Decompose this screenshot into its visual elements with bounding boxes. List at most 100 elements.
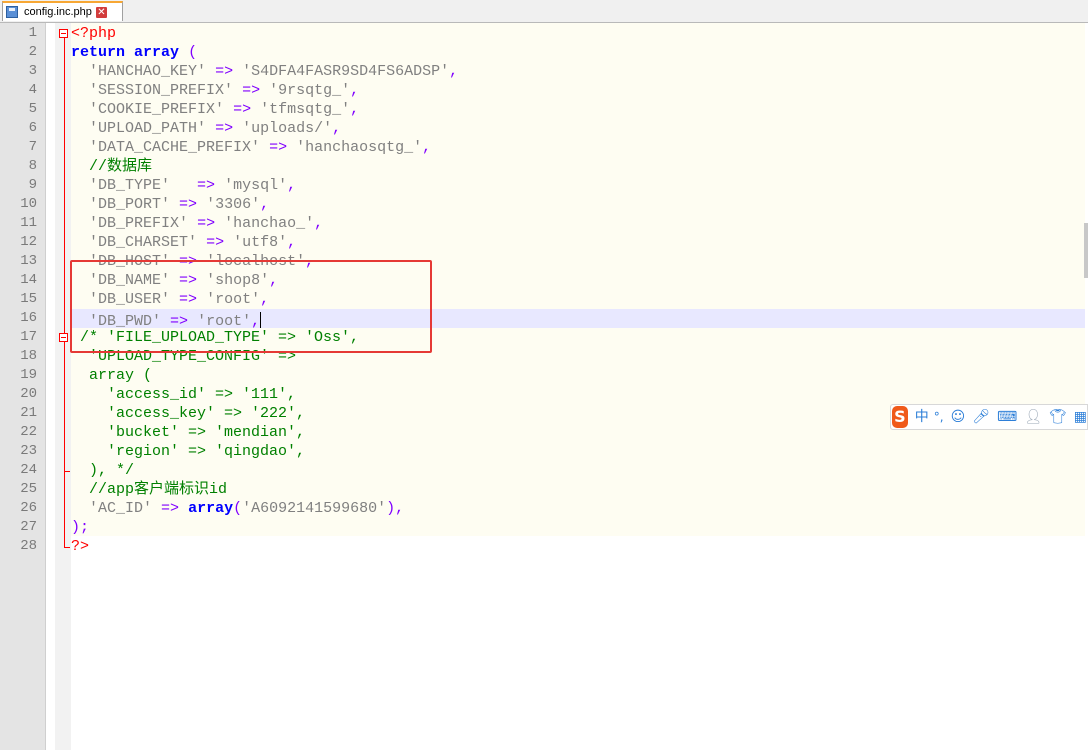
code-token: , — [350, 101, 360, 118]
code-line[interactable]: <?php — [71, 24, 116, 43]
code-token: , — [260, 196, 270, 213]
code-token: '3306' — [206, 196, 261, 213]
code-line[interactable]: ), */ — [71, 461, 134, 480]
code-token: , — [449, 63, 459, 80]
code-line[interactable]: 'SESSION_PREFIX' => '9rsqtg_', — [71, 81, 359, 100]
line-number: 6 — [28, 120, 37, 136]
ime-punctuation-toggle[interactable]: °, — [934, 404, 944, 430]
code-token: 'HANCHAO_KEY' — [89, 63, 207, 80]
line-number: 25 — [20, 481, 37, 497]
code-line[interactable]: 'access_key' => '222', — [71, 404, 305, 423]
line-number: 28 — [20, 538, 37, 554]
code-line[interactable]: 'DB_PORT' => '3306', — [71, 195, 269, 214]
code-token: , — [350, 82, 360, 99]
code-token: <?php — [71, 25, 117, 42]
keyboard-icon[interactable]: ⌨ — [997, 404, 1017, 430]
code-line[interactable]: 'DB_TYPE' => 'mysql', — [71, 176, 296, 195]
scrollbar-thumb[interactable] — [1084, 223, 1088, 278]
line-number: 20 — [20, 386, 37, 402]
user-icon[interactable]: 👤︎ — [1024, 404, 1042, 430]
code-token: , — [332, 120, 342, 137]
code-token: => — [242, 82, 261, 99]
code-token: ( — [188, 44, 198, 61]
code-token: 'S4DFA4FASR9SD4FS6ADSP' — [242, 63, 450, 80]
ime-toolbar[interactable]: S 中 °, ☺ 🎤︎ ⌨ 👤︎ 👕︎ ▦ — [890, 404, 1088, 430]
line-number: 15 — [20, 291, 37, 307]
fold-toggle-php-block[interactable] — [59, 29, 68, 38]
code-token: array — [188, 500, 234, 517]
grid-icon[interactable]: ▦ — [1074, 404, 1087, 430]
code-line[interactable]: 'HANCHAO_KEY' => 'S4DFA4FASR9SD4FS6ADSP'… — [71, 62, 458, 81]
code-line[interactable]: 'DB_PREFIX' => 'hanchao_', — [71, 214, 323, 233]
code-token: 'COOKIE_PREFIX' — [89, 101, 225, 118]
code-token: => — [206, 234, 225, 251]
code-line[interactable]: //app客户端标识id — [71, 480, 227, 499]
code-token: 'DB_PREFIX' — [89, 215, 189, 232]
sogou-logo-icon[interactable]: S — [892, 406, 908, 428]
code-token: 'access_id' => '111', — [107, 386, 297, 403]
code-line[interactable]: ); — [71, 518, 89, 537]
mic-icon[interactable]: 🎤︎ — [972, 404, 990, 430]
code-line[interactable]: 'DATA_CACHE_PREFIX' => 'hanchaosqtg_', — [71, 138, 431, 157]
code-token: => — [179, 196, 198, 213]
line-number: 26 — [20, 500, 37, 516]
code-line[interactable]: 'COOKIE_PREFIX' => 'tfmsqtg_', — [71, 100, 359, 119]
code-line[interactable]: //数据库 — [71, 157, 152, 176]
skin-icon[interactable]: 👕︎ — [1049, 404, 1067, 430]
code-token: 'utf8' — [233, 234, 288, 251]
code-line[interactable]: 'region' => 'qingdao', — [71, 442, 305, 461]
code-token: '9rsqtg_' — [269, 82, 351, 99]
code-line[interactable]: 'UPLOAD_PATH' => 'uploads/', — [71, 119, 341, 138]
code-line[interactable]: array ( — [71, 366, 152, 385]
line-number: 13 — [20, 253, 37, 269]
code-line[interactable]: 'DB_CHARSET' => 'utf8', — [71, 233, 296, 252]
code-token: , — [422, 139, 432, 156]
code-editor[interactable]: 1 2 3 4 5 6 7 8 9 10 11 12 13 14 15 16 17 18 19 20 21 22 23 24 2… — [0, 23, 1088, 750]
highlight-annotation-box — [70, 260, 432, 353]
code-token: 'access_key' => '222', — [107, 405, 306, 422]
line-number: 16 — [20, 310, 37, 326]
tab-config-inc-php[interactable]: config.inc.php ✕ — [2, 1, 123, 21]
code-line[interactable]: ?> — [71, 537, 89, 556]
tab-bar: config.inc.php ✕ — [0, 0, 1088, 23]
save-icon — [6, 6, 18, 18]
line-number: 14 — [20, 272, 37, 288]
code-line[interactable]: 'AC_ID' => array('A6092141599680'), — [71, 499, 404, 518]
line-number: 11 — [20, 215, 37, 231]
close-icon[interactable]: ✕ — [95, 6, 107, 18]
code-line[interactable]: 'bucket' => 'mendian', — [71, 423, 305, 442]
code-token: => — [197, 215, 216, 232]
code-token: 'hanchao_' — [224, 215, 315, 232]
emoji-icon[interactable]: ☺ — [951, 404, 966, 430]
line-number: 21 — [20, 405, 37, 421]
fold-toggle-comment-block[interactable] — [59, 333, 68, 342]
code-token: 'uploads/' — [242, 120, 333, 137]
code-token: 'region' => 'qingdao', — [107, 443, 306, 460]
code-token: , — [314, 215, 324, 232]
code-token: return — [71, 44, 126, 61]
code-line[interactable]: return array ( — [71, 43, 197, 62]
code-token: array — [134, 44, 180, 61]
code-token: 'UPLOAD_PATH' — [89, 120, 207, 137]
line-number: 10 — [20, 196, 37, 212]
ime-language-toggle[interactable]: 中 — [915, 404, 929, 430]
code-line[interactable]: 'access_id' => '111', — [71, 385, 296, 404]
